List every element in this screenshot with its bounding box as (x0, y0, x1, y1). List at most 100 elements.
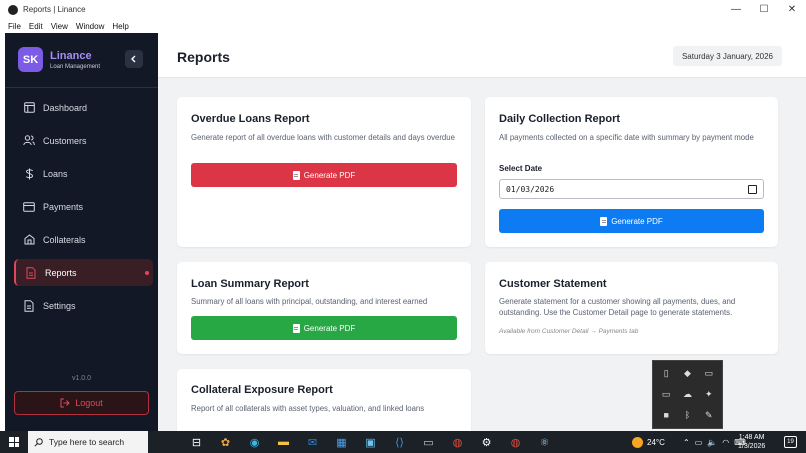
windows-icon (9, 437, 19, 447)
app-subtitle: Loan Management (50, 63, 101, 70)
sidebar-item-label: Collaterals (43, 234, 86, 245)
usb-icon[interactable]: ▯ (657, 365, 675, 383)
chat-icon[interactable]: ▭ (700, 365, 718, 383)
calendar-icon[interactable] (748, 185, 757, 194)
document-icon (292, 170, 300, 180)
menu-bar: File Edit View Window Help (0, 19, 806, 33)
clock[interactable]: 1:48 AM 1/3/2026 (738, 433, 765, 451)
card-title: Loan Summary Report (191, 278, 309, 290)
button-label: Generate PDF (611, 216, 663, 226)
start-button[interactable] (0, 431, 28, 453)
card-description: Summary of all loans with principal, out… (191, 297, 428, 306)
page-header: Reports Saturday 3 January, 2026 (158, 33, 806, 78)
menu-file[interactable]: File (8, 22, 21, 31)
date-input[interactable]: 01/03/2026 (499, 179, 764, 199)
outlook-icon[interactable]: ✉ (298, 431, 327, 453)
sidebar-item-customers[interactable]: Customers (14, 127, 153, 154)
sidebar-item-loans[interactable]: Loans (14, 160, 153, 187)
card-description: Report of all collaterals with asset typ… (191, 404, 425, 413)
sidebar-item-reports[interactable]: Reports (14, 259, 153, 286)
layout-icon (23, 102, 35, 114)
task-view-icon[interactable]: ⊟ (182, 431, 211, 453)
window-title-bar: Reports | Linance — ☐ ✕ (0, 0, 806, 19)
window-title: Reports | Linance (23, 5, 86, 14)
minimize-button[interactable]: — (722, 4, 750, 15)
divider (5, 87, 158, 88)
taskbar-apps: ⊟ ✿ ◉ ▬ ✉ ▦ ▣ ⟨⟩ ▭ ◍ ⚙ ◍ ⚛ (182, 431, 559, 453)
card-description: All payments collected on a specific dat… (499, 133, 754, 142)
loan-summary-card: Loan Summary Report Summary of all loans… (177, 262, 471, 354)
logout-button[interactable]: Logout (14, 391, 149, 415)
taskbar: Type here to search ⊟ ✿ ◉ ▬ ✉ ▦ ▣ ⟨⟩ ▭ ◍… (0, 431, 806, 453)
card-title: Daily Collection Report (499, 113, 621, 125)
electron-app-icon[interactable]: ⚛ (530, 431, 559, 453)
file-explorer-icon[interactable]: ▬ (269, 431, 298, 453)
document-icon (292, 323, 300, 333)
clock-date: 1/3/2026 (738, 443, 766, 450)
sidebar-item-label: Loans (43, 168, 68, 179)
search-placeholder: Type here to search (49, 437, 125, 447)
chevron-up-icon[interactable]: ⌃ (683, 438, 690, 447)
volume-icon[interactable]: 🔈 (707, 438, 717, 447)
dollar-icon (23, 168, 35, 180)
settings-icon[interactable]: ⚙ (472, 431, 501, 453)
file-icon (23, 299, 35, 312)
sidebar-item-label: Settings (43, 300, 76, 311)
app-name: Linance (50, 49, 92, 62)
home-icon (23, 234, 35, 246)
daily-generate-pdf-button[interactable]: Generate PDF (499, 209, 764, 233)
taskbar-search[interactable]: Type here to search (28, 431, 148, 453)
sidebar-item-settings[interactable]: Settings (14, 292, 153, 319)
button-label: Generate PDF (303, 323, 356, 333)
photos-icon[interactable]: ▣ (356, 431, 385, 453)
card-note: Available from Customer Detail → Payment… (499, 328, 639, 335)
vscode-icon[interactable]: ⟨⟩ (385, 431, 414, 453)
customer-statement-card: Customer Statement Generate statement fo… (485, 262, 778, 354)
sidebar-item-payments[interactable]: Payments (14, 193, 153, 220)
card-title: Customer Statement (499, 278, 607, 290)
daily-collection-card: Daily Collection Report All payments col… (485, 97, 778, 247)
credit-card-icon (23, 201, 35, 213)
summary-generate-pdf-button[interactable]: Generate PDF (191, 316, 457, 340)
chrome-icon[interactable]: ◍ (443, 431, 472, 453)
menu-window[interactable]: Window (76, 22, 104, 31)
battery-icon[interactable]: ▭ (695, 438, 703, 447)
collateral-exposure-card: Collateral Exposure Report Report of all… (177, 369, 471, 431)
sidebar-item-label: Reports (45, 267, 77, 278)
card-title: Collateral Exposure Report (191, 384, 333, 396)
brand-logo: SK (18, 47, 43, 72)
users-icon (23, 135, 35, 147)
system-tray: ⌃ ▭ 🔈 ◠ ⌨ (683, 431, 746, 453)
search-icon (34, 437, 43, 447)
onenote-icon[interactable]: ■ (657, 406, 675, 424)
date-value: 01/03/2026 (506, 184, 555, 194)
pen-icon[interactable]: ✎ (700, 406, 718, 424)
menu-edit[interactable]: Edit (29, 22, 43, 31)
terminal-icon[interactable]: ▭ (414, 431, 443, 453)
close-button[interactable]: ✕ (778, 4, 806, 15)
chrome-profile-icon[interactable]: ◍ (501, 431, 530, 453)
sidebar-item-label: Customers (43, 135, 87, 146)
notification-center-button[interactable]: 19 (784, 436, 797, 448)
weather-temp: 24°C (647, 437, 665, 447)
maximize-button[interactable]: ☐ (750, 4, 778, 15)
battery-icon[interactable]: ▭ (657, 386, 675, 404)
sidebar-item-dashboard[interactable]: Dashboard (14, 94, 153, 121)
chevron-left-icon (131, 55, 136, 63)
edge-icon[interactable]: ◉ (240, 431, 269, 453)
cloud-icon[interactable]: ☁ (678, 386, 696, 404)
weather-widget[interactable]: 24°C (632, 431, 665, 453)
bluetooth-icon[interactable]: ᛒ (678, 406, 696, 424)
color-app-icon[interactable]: ✦ (700, 386, 718, 404)
overdue-generate-pdf-button[interactable]: Generate PDF (191, 163, 457, 187)
menu-help[interactable]: Help (112, 22, 128, 31)
security-icon[interactable]: ◆ (678, 365, 696, 383)
copilot-icon[interactable]: ✿ (211, 431, 240, 453)
store-icon[interactable]: ▦ (327, 431, 356, 453)
wifi-icon[interactable]: ◠ (722, 438, 729, 447)
current-date-badge: Saturday 3 January, 2026 (672, 46, 782, 66)
app-version: v1.0.0 (71, 375, 92, 382)
sidebar-item-collaterals[interactable]: Collaterals (14, 226, 153, 253)
collapse-sidebar-button[interactable] (125, 50, 143, 68)
menu-view[interactable]: View (51, 22, 68, 31)
